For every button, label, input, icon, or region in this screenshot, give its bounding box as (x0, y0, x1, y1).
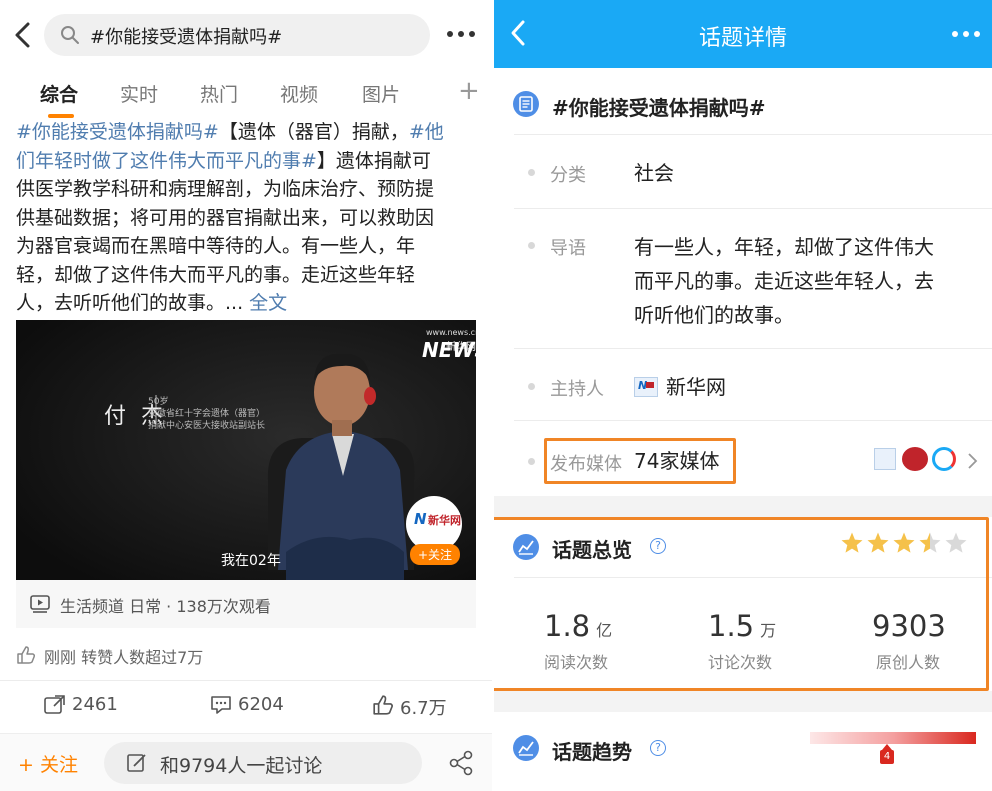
divider (514, 134, 992, 135)
post-text-segment: 【遗体（器官）捐献， (218, 121, 409, 143)
tab-comprehensive[interactable]: 综合 (40, 80, 78, 107)
tab-images[interactable]: 图片 (362, 80, 400, 107)
post-line: 供基础数据；将可用的器官捐献出来，可以救助因 (16, 204, 478, 233)
video-subtitle: 我在02年 (221, 553, 281, 569)
search-header: #你能接受遗体捐献吗# (0, 0, 492, 68)
intro-text: 有一些人，年轻，却做了这件伟大 而平凡的事。走近这些年轻人，去 听听他们的故事。 (634, 230, 934, 332)
post-link-text[interactable]: #他 (409, 121, 444, 143)
post-text-segment: 轻，却做了这件伟大而平凡的事。走近这些年轻 (16, 263, 416, 286)
result-tabs: 综合 实时 热门 视频 图片 + (0, 70, 492, 120)
search-input[interactable]: #你能接受遗体捐献吗# (44, 14, 430, 56)
search-icon (60, 25, 80, 49)
more-options-icon[interactable] (444, 24, 480, 44)
post-line: #你能接受遗体捐献吗#【遗体（器官）捐献，#他 (16, 118, 478, 147)
post-link-text[interactable]: 们年轻时做了这件伟大而平凡的事# (16, 150, 317, 172)
intro-line: 而平凡的事。走近这些年轻人，去 (634, 269, 934, 293)
post-line: 供医学教学科研和病理解剖，为临床治疗、预防提 (16, 175, 478, 204)
bottom-action-bar: + 关注 和9794人一起讨论 (0, 733, 492, 791)
divider (514, 348, 992, 349)
post-line: 为器官衰竭而在黑暗中等待的人。有一些人，年 (16, 232, 478, 261)
video-player[interactable]: 付 杰 50岁 安徽省红十字会遗体（器官） 捐献中心安医大接收站副站长 我在02年 … (16, 320, 476, 580)
trend-heat-bar (810, 732, 976, 744)
divider (514, 208, 992, 209)
topic-detail-pane: 话题详情 #你能接受遗体捐献吗# 分类 社会 导语 有一些人，年轻，却做了这件伟… (494, 0, 992, 791)
post-line: 们年轻时做了这件伟大而平凡的事#】遗体捐献可 (16, 147, 478, 176)
xinhua-logo: www.news.cn NEWS 新华网 (422, 328, 476, 362)
tab-realtime[interactable]: 实时 (120, 80, 158, 107)
tab-hot[interactable]: 热门 (200, 80, 238, 107)
category-value: 社会 (634, 161, 674, 185)
tab-video[interactable]: 视频 (280, 80, 318, 107)
post-body-text: #你能接受遗体捐献吗#【遗体（器官）捐献，#他 们年轻时做了这件伟大而平凡的事#】… (16, 118, 478, 318)
row-bullet (528, 383, 535, 390)
likes-note-text: 刚刚 转赞人数超过7万 (44, 648, 204, 667)
topic-doc-icon (512, 90, 540, 122)
edit-icon (126, 752, 148, 778)
thumbs-up-icon (16, 645, 36, 669)
video-desc-line: 50岁 (148, 397, 169, 407)
add-tab-icon[interactable]: + (458, 76, 480, 106)
video-meta-text: 生活频道 日常 · 138万次观看 (60, 597, 271, 616)
video-play-icon (30, 595, 50, 617)
post-text-segment: 人，去听听他们的故事。... (16, 292, 250, 314)
repost-icon (44, 695, 66, 720)
help-icon[interactable]: ? (650, 740, 666, 756)
video-meta-bar[interactable]: 生活频道 日常 · 138万次观看 (16, 580, 476, 628)
host-label: 主持人 (550, 379, 604, 400)
post-link-text[interactable]: 全文 (249, 292, 287, 314)
more-options-icon[interactable] (950, 24, 982, 48)
topic-info-card: #你能接受遗体捐献吗# 分类 社会 导语 有一些人，年轻，却做了这件伟大 而平凡的… (494, 68, 992, 496)
video-frame-image (16, 320, 476, 580)
post-text-segment: 供医学教学科研和病理解剖，为临床治疗、预防提 (16, 178, 435, 200)
follow-button[interactable]: + 关注 (18, 750, 78, 777)
like-icon (372, 694, 394, 721)
media-highlight-box (544, 438, 736, 484)
nav-title: 话题详情 (698, 26, 787, 51)
like-count: 6.7万 (400, 698, 447, 719)
discuss-label: 和9794人一起讨论 (160, 755, 323, 777)
host-value[interactable]: 新华网 (666, 370, 726, 404)
post-text-segment: 】遗体捐献可 (316, 149, 431, 172)
row-bullet (528, 169, 535, 176)
video-desc-line: 捐献中心安医大接收站副站长 (148, 421, 266, 431)
intro-label: 导语 (550, 238, 586, 259)
post-line: 轻，却做了这件伟大而平凡的事。走近这些年轻 (16, 261, 478, 290)
xinhua-host-logo: N (634, 377, 658, 397)
row-bullet (528, 458, 535, 465)
divider (514, 420, 992, 421)
video-person-description: 50岁安徽省红十字会遗体（器官） 捐献中心安医大接收站副站长 (148, 396, 265, 432)
row-bullet (528, 242, 535, 249)
media-logo-red (902, 447, 928, 471)
overview-highlight-box (494, 517, 989, 691)
trend-marker-value: 4 (880, 750, 894, 764)
topic-title: #你能接受遗体捐献吗# (552, 96, 766, 120)
search-results-pane: #你能接受遗体捐献吗# 综合 实时 热门 视频 图片 + #你能接受遗体捐献吗#… (0, 0, 492, 791)
topic-nav-bar: 话题详情 (494, 0, 992, 68)
intro-line: 听听他们的故事。 (634, 303, 794, 327)
comment-count: 6204 (238, 694, 284, 715)
repost-count: 2461 (72, 694, 118, 715)
share-icon[interactable] (448, 750, 474, 780)
post-link-text[interactable]: #你能接受遗体捐献吗# (16, 121, 219, 143)
video-follow-badge[interactable]: +关注 (410, 544, 461, 565)
trend-chart-icon (512, 734, 540, 766)
back-arrow-icon[interactable] (10, 18, 36, 52)
media-logo-xinhua (874, 448, 896, 470)
post-text-segment: 为器官衰竭而在黑暗中等待的人。有一些人，年 (16, 235, 416, 257)
media-logo-circle (932, 447, 956, 471)
discuss-input-button[interactable]: 和9794人一起讨论 (104, 742, 422, 784)
chevron-right-icon[interactable] (966, 452, 978, 474)
trend-title: 话题趋势 (552, 740, 632, 764)
divider (0, 680, 492, 681)
topic-trend-card: 话题趋势 ? 4 (494, 712, 992, 791)
category-label: 分类 (550, 165, 586, 186)
search-query-text: #你能接受遗体捐献吗# (90, 27, 283, 48)
post-line: 人，去听听他们的故事。... 全文 (16, 289, 478, 318)
video-desc-line: 安徽省红十字会遗体（器官） (148, 409, 266, 419)
intro-line: 有一些人，年轻，却做了这件伟大 (634, 235, 934, 259)
post-text-segment: 供基础数据；将可用的器官捐献出来，可以救助因 (16, 206, 435, 229)
comment-icon (210, 695, 232, 720)
